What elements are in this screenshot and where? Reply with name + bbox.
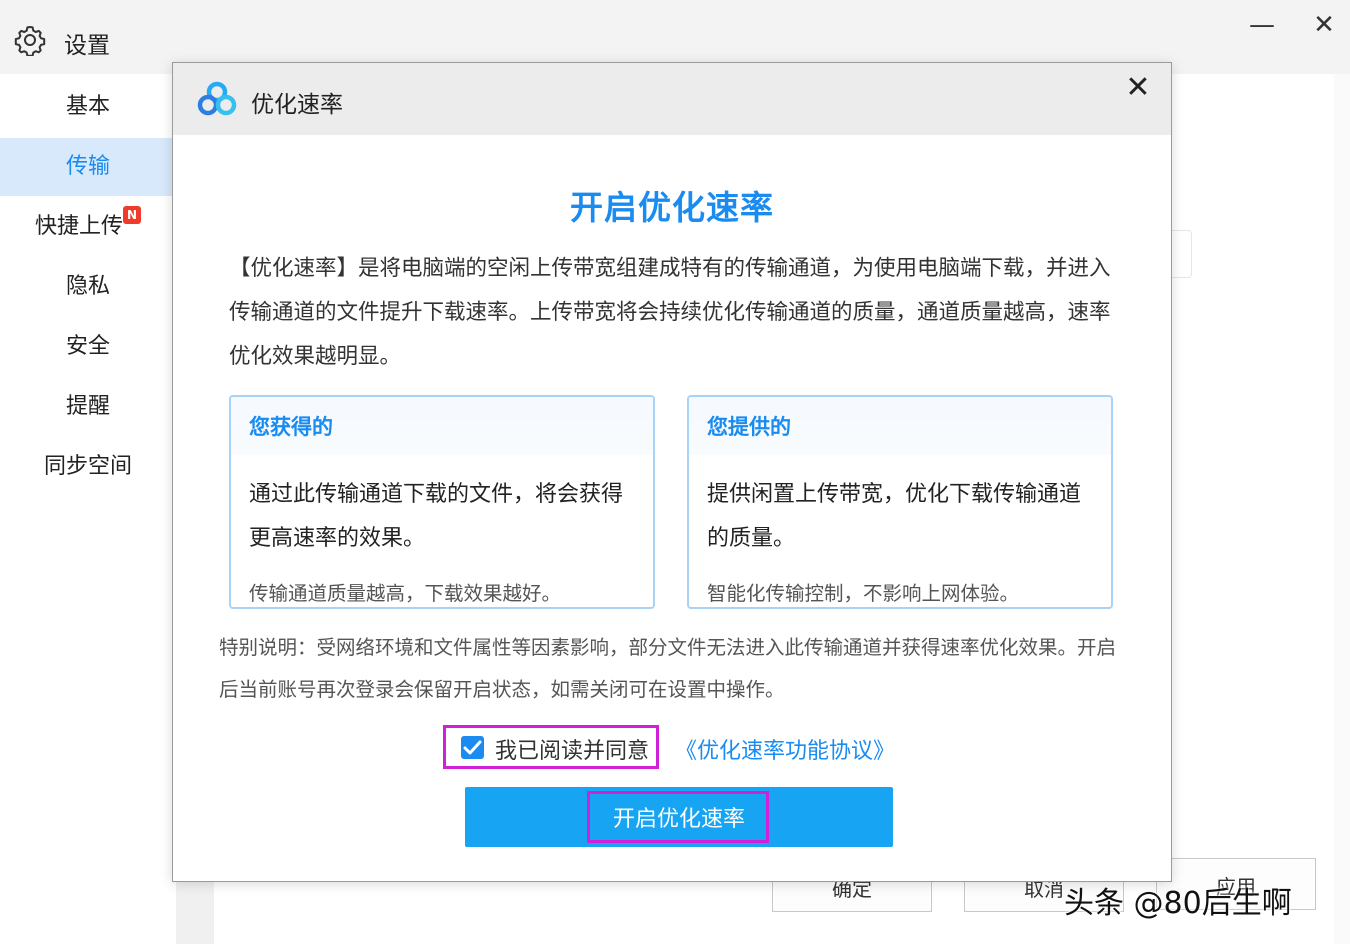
optimize-rate-dialog: 优化速率 ✕ 开启优化速率 【优化速率】是将电脑端的空闲上传带宽组建成特有的传输… xyxy=(172,62,1172,882)
sidebar-item-label: 安全 xyxy=(65,334,110,359)
settings-sidebar: 基本 传输 快捷上传 N 隐私 安全 提醒 同步空间 xyxy=(0,74,176,944)
sidebar-item-label: 快捷上传 xyxy=(34,214,123,239)
sidebar-item-basic[interactable]: 基本 xyxy=(0,78,176,136)
cloud-logo-icon xyxy=(197,81,237,116)
special-note: 特别说明：受网络环境和文件属性等因素影响，部分文件无法进入此传输通道并获得速率优… xyxy=(219,636,1117,701)
sidebar-item-label: 基本 xyxy=(65,94,110,119)
sidebar-item-security[interactable]: 安全 xyxy=(0,318,176,376)
sidebar-item-label: 传输 xyxy=(65,154,110,179)
sidebar-item-transfer[interactable]: 传输 xyxy=(0,138,176,196)
dialog-close-button[interactable]: ✕ xyxy=(1121,71,1155,105)
intro-text: 【优化速率】是将电脑端的空闲上传带宽组建成特有的传输通道，为使用电脑端下载，并进… xyxy=(229,256,1111,369)
dialog-title: 优化速率 xyxy=(251,92,343,118)
watermark: 头条 @80后生啊 xyxy=(1064,886,1292,921)
sidebar-item-label: 同步空间 xyxy=(43,454,132,479)
agreement-link[interactable]: 《优化速率功能协议》 xyxy=(675,733,895,765)
sidebar-item-quick-upload[interactable]: 快捷上传 N xyxy=(0,198,176,256)
minimize-button[interactable]: — xyxy=(1242,10,1282,40)
sidebar-item-reminder[interactable]: 提醒 xyxy=(0,378,176,436)
card-note: 传输通道质量越高，下载效果越好。 xyxy=(249,582,562,605)
sidebar-item-label: 隐私 xyxy=(65,274,110,299)
benefit-card-get: 您获得的 通过此传输通道下载的文件，将会获得更高速率的效果。 传输通道质量越高，… xyxy=(229,395,655,609)
enable-optimize-button[interactable]: 开启优化速率 xyxy=(465,787,893,847)
card-body: 通过此传输通道下载的文件，将会获得更高速率的效果。 xyxy=(249,482,624,551)
agreement-row: 我已阅读并同意 《优化速率功能协议》 xyxy=(443,725,903,769)
sidebar-item-label: 提醒 xyxy=(65,394,110,419)
card-title: 您提供的 xyxy=(707,415,791,439)
highlight-frame xyxy=(443,725,659,769)
window-close-button[interactable]: ✕ xyxy=(1304,10,1344,40)
benefit-card-provide: 您提供的 提供闲置上传带宽，优化下载传输通道的质量。 智能化传输控制，不影响上网… xyxy=(687,395,1113,609)
card-note: 智能化传输控制，不影响上网体验。 xyxy=(707,582,1020,605)
input-edge xyxy=(1170,230,1192,278)
new-badge: N xyxy=(123,206,141,224)
settings-title: 设置 xyxy=(64,33,110,59)
gear-icon xyxy=(14,26,46,56)
scrollbar[interactable] xyxy=(1334,74,1350,944)
highlight-frame xyxy=(587,791,769,843)
dialog-headline: 开启优化速率 xyxy=(570,188,774,227)
sidebar-item-sync-space[interactable]: 同步空间 xyxy=(0,438,176,496)
sidebar-item-privacy[interactable]: 隐私 xyxy=(0,258,176,316)
card-body: 提供闲置上传带宽，优化下载传输通道的质量。 xyxy=(707,482,1082,551)
card-title: 您获得的 xyxy=(249,415,333,439)
dialog-header: 优化速率 ✕ xyxy=(173,63,1171,135)
